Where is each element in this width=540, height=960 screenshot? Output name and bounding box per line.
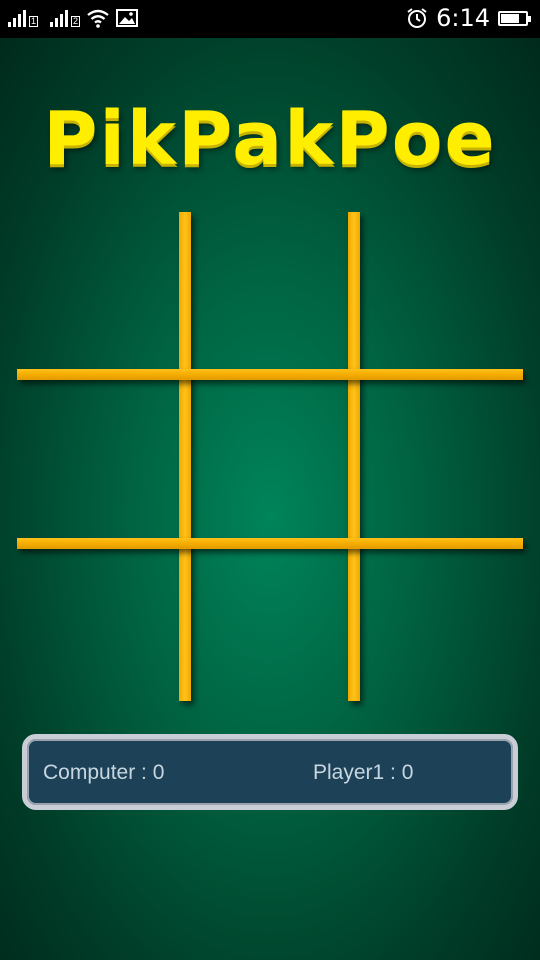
clock: 6:14	[436, 4, 490, 32]
board-cell-8[interactable]	[191, 549, 348, 701]
status-bar: 1 2 6:14	[0, 0, 540, 38]
grid-line-horizontal-bottom	[17, 538, 523, 549]
status-left-icons: 1 2	[8, 8, 139, 28]
signal-icon: 2	[50, 9, 81, 27]
player-score: Player1 : 0	[313, 761, 414, 784]
alarm-icon	[407, 8, 427, 28]
battery-icon	[498, 10, 531, 26]
board-cell-4[interactable]	[17, 380, 179, 538]
wifi-icon	[87, 9, 109, 28]
game-area: PikPakPoe Computer : 0 Player1 : 0	[0, 38, 540, 960]
computer-score: Computer : 0	[43, 761, 165, 784]
board-cell-7[interactable]	[17, 549, 179, 701]
image-icon	[116, 9, 139, 27]
score-panel: Computer : 0 Player1 : 0	[22, 734, 518, 810]
grid-line-vertical-left	[179, 212, 191, 701]
grid-line-vertical-right	[348, 212, 360, 701]
board-cell-6[interactable]	[360, 380, 523, 538]
board-cell-9[interactable]	[360, 549, 523, 701]
signal-icon: 1	[8, 9, 39, 27]
board-cell-3[interactable]	[360, 212, 523, 369]
game-logo: PikPakPoe	[43, 96, 497, 182]
board-cell-1[interactable]	[17, 212, 179, 369]
board-cell-2[interactable]	[191, 212, 348, 369]
grid-line-horizontal-top	[17, 369, 523, 380]
sim-indicator: 1	[29, 16, 39, 27]
sim-indicator: 2	[71, 16, 81, 27]
board-cell-5[interactable]	[191, 380, 348, 538]
status-right-icons: 6:14	[406, 4, 531, 32]
